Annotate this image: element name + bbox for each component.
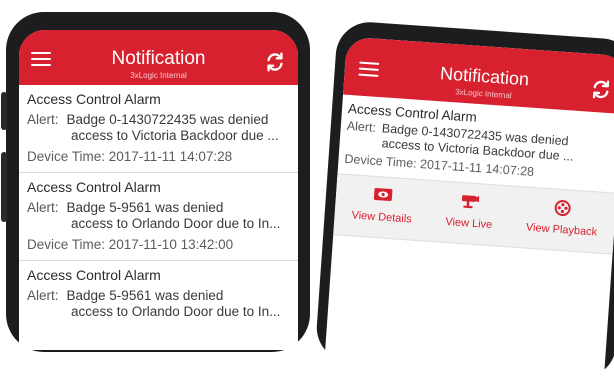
device-time: Device Time: 2017-11-10 13:42:00	[27, 237, 234, 252]
view-details-button[interactable]: View Details	[351, 185, 414, 226]
camera-icon	[462, 195, 480, 209]
film-reel-icon	[555, 200, 572, 217]
alert-label: Alert:	[27, 112, 59, 127]
page-title: Notification	[111, 48, 206, 69]
left-phone-screen: Notification 3xLogic Internal Access Con…	[19, 30, 298, 350]
view-details-label: View Details	[351, 209, 413, 226]
volume-button	[1, 92, 7, 130]
notification-title: Access Control Alarm	[27, 179, 161, 195]
alert-label: Alert:	[346, 118, 377, 135]
alert-row: Alert: Badge 5-9561 was denied	[27, 288, 298, 304]
app-header: Notification 3xLogic Internal	[19, 30, 298, 85]
notification-title: Access Control Alarm	[27, 267, 161, 283]
left-phone: Notification 3xLogic Internal Access Con…	[1, 12, 310, 352]
device-time: Device Time: 2017-11-11 14:07:28	[27, 149, 233, 164]
alert-text-continued: access to Victoria Backdoor due ...	[71, 128, 279, 143]
alert-label: Alert:	[27, 288, 59, 303]
notification-item[interactable]: Access Control Alarm Alert: Badge 0-1430…	[19, 85, 298, 172]
notification-item[interactable]: Access Control Alarm Alert: Badge 5-9561…	[19, 261, 298, 328]
alert-text-continued: access to Orlando Door due to In...	[71, 216, 281, 231]
refresh-icon[interactable]	[589, 78, 612, 101]
view-live-label: View Live	[445, 215, 493, 232]
side-button	[1, 152, 7, 222]
alert-row: Alert: Badge 5-9561 was denied	[27, 200, 298, 216]
view-live-button[interactable]: View Live	[445, 192, 494, 231]
notification-title: Access Control Alarm	[27, 91, 161, 107]
alert-row: Alert: Badge 0-1430722435 was denied	[27, 112, 298, 128]
right-phone-screen: Notification 3xLogic Internal Access Con…	[324, 36, 614, 386]
notification-item[interactable]: Access Control Alarm Alert: Badge 5-9561…	[19, 173, 298, 260]
view-playback-button[interactable]: View Playback	[526, 198, 600, 239]
alert-label: Alert:	[27, 200, 59, 215]
view-playback-label: View Playback	[525, 221, 598, 239]
right-phone: Notification 3xLogic Internal Access Con…	[314, 19, 614, 386]
alert-text: Badge 5-9561 was denied	[66, 288, 224, 303]
eye-icon	[373, 188, 393, 202]
page-subtitle: 3xLogic Internal	[130, 71, 187, 80]
refresh-icon[interactable]	[264, 51, 286, 73]
alert-text: Badge 0-1430722435 was denied	[66, 112, 269, 127]
alert-text: Badge 5-9561 was denied	[66, 200, 224, 215]
alert-text-continued: access to Orlando Door due to In...	[71, 304, 281, 319]
